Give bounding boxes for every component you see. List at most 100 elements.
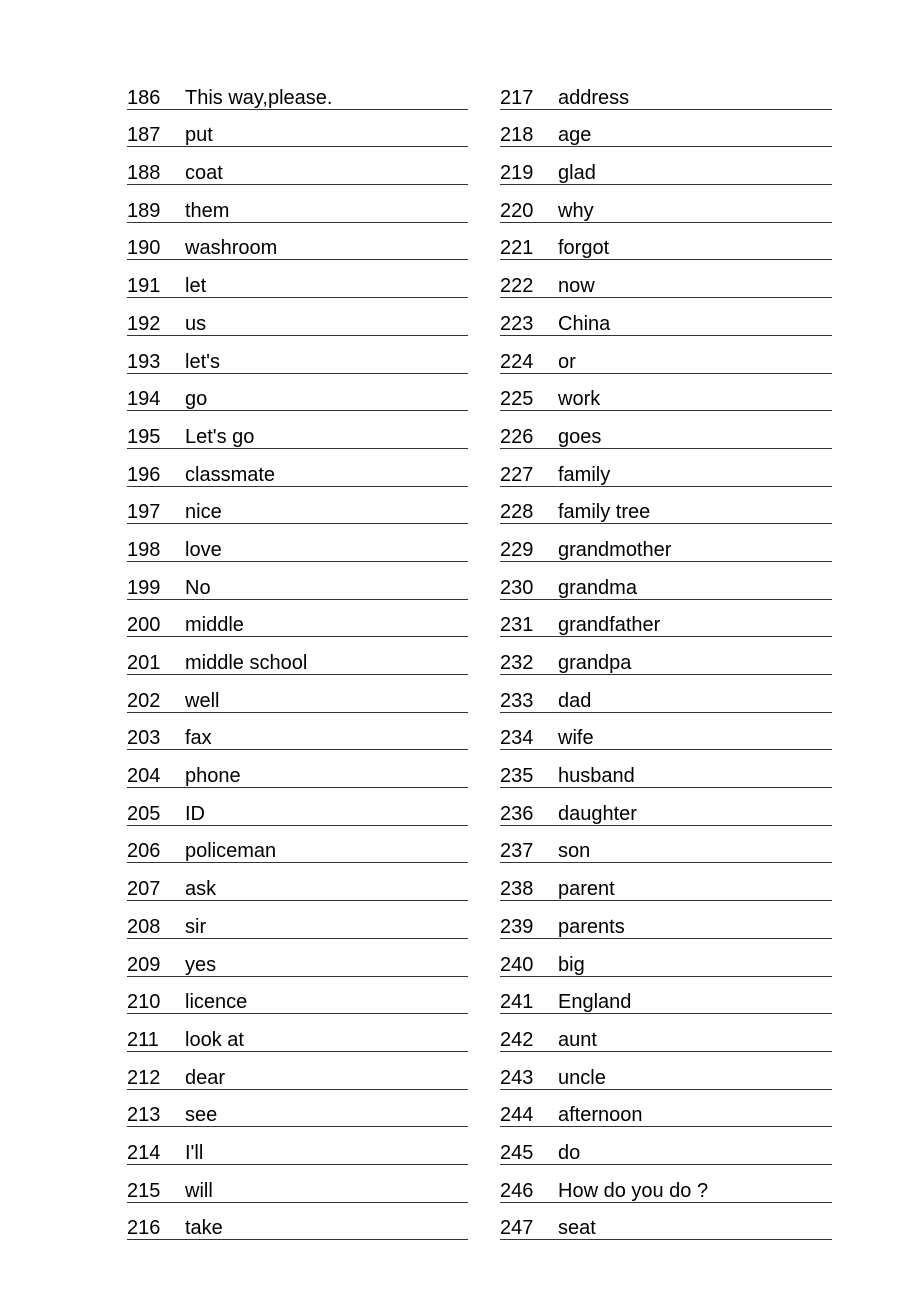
vocab-number: 206 (127, 840, 161, 863)
vocab-number: 204 (127, 765, 161, 788)
vocab-row: 222 now (500, 260, 832, 299)
vocab-number: 236 (500, 802, 534, 825)
vocab-word: family tree (558, 501, 651, 524)
vocab-word: grandfather (558, 614, 661, 637)
vocab-row: 231 grandfather (500, 600, 832, 638)
vocab-number: 237 (500, 840, 534, 863)
vocab-word: why (558, 199, 594, 222)
vocab-number: 221 (500, 237, 534, 260)
vocab-number: 247 (500, 1217, 534, 1240)
vocab-number: 216 (127, 1217, 161, 1240)
vocab-number: 235 (500, 765, 534, 788)
vocab-word: grandmother (558, 538, 672, 561)
vocab-word: forgot (558, 237, 610, 260)
vocab-row: 205 ID (127, 788, 468, 826)
vocab-row: 242 aunt (500, 1014, 832, 1052)
vocab-word: husband (558, 765, 635, 788)
vocab-word: work (558, 388, 601, 411)
vocabulary-list-left: 186 This way,please. 187 put 188 coat 189 them 1… (127, 72, 468, 1241)
vocab-word: licence (185, 991, 248, 1014)
vocab-row: 211 look at (127, 1014, 468, 1052)
vocab-word: look at (185, 1028, 244, 1051)
vocab-number: 191 (127, 275, 161, 298)
vocab-word: address (558, 86, 630, 109)
vocab-word: age (558, 124, 592, 147)
vocab-number: 223 (500, 312, 534, 335)
vocab-row: 192 us (127, 298, 468, 336)
vocab-number: 246 (500, 1179, 534, 1202)
vocab-row: 241 England (500, 977, 832, 1015)
vocab-number: 219 (500, 162, 534, 185)
vocab-word: This way,please. (185, 86, 333, 109)
vocab-word: phone (185, 765, 241, 788)
vocab-row: 204 phone (127, 750, 468, 789)
vocab-word: them (185, 199, 230, 222)
vocab-number: 229 (500, 538, 534, 561)
vocab-row: 197 nice (127, 487, 468, 525)
vocab-word: family (558, 463, 611, 486)
vocab-number: 196 (127, 463, 161, 486)
vocab-row: 199 No (127, 562, 468, 600)
vocab-row: 224 or (500, 336, 832, 374)
vocab-number: 192 (127, 312, 161, 335)
vocabulary-list-right: 217 address 218 age 219 glad 220 why 221 forgot 22… (500, 72, 832, 1241)
vocab-word: parent (558, 878, 615, 901)
vocab-row: 206 policeman (127, 826, 468, 864)
vocab-number: 226 (500, 425, 534, 448)
vocab-row: 228 family tree (500, 487, 832, 525)
vocab-number: 193 (127, 350, 161, 373)
vocab-row: 232 grandpa (500, 637, 832, 675)
vocab-row: 230 grandma (500, 562, 832, 600)
vocab-word: coat (185, 162, 223, 185)
vocab-row: 215 will (127, 1165, 468, 1203)
vocab-row: 227 family (500, 449, 832, 487)
vocab-row: 235 husband (500, 750, 832, 789)
vocab-number: 208 (127, 915, 161, 938)
vocab-number: 231 (500, 614, 534, 637)
vocab-word: middle school (185, 652, 308, 674)
vocab-number: 212 (127, 1066, 161, 1089)
vocab-row: 209 yes (127, 939, 468, 977)
vocab-number: 199 (127, 576, 161, 599)
vocab-number: 243 (500, 1066, 534, 1089)
vocab-word: fax (185, 727, 212, 750)
vocab-word: aunt (558, 1028, 597, 1051)
vocab-row: 220 why (500, 185, 832, 223)
vocab-row: 213 see (127, 1090, 468, 1128)
vocab-row: 191 let (127, 260, 468, 299)
vocab-number: 220 (500, 199, 534, 222)
vocab-number: 214 (127, 1141, 161, 1164)
vocab-word: take (185, 1217, 223, 1240)
vocab-word: now (558, 275, 595, 298)
vocab-word: will (185, 1179, 213, 1202)
vocab-word: yes (185, 953, 217, 976)
vocab-number: 225 (500, 388, 534, 411)
vocab-row: 186 This way,please. (127, 72, 468, 110)
vocab-word: dear (185, 1066, 226, 1089)
vocab-row: 202 well (127, 675, 468, 713)
vocab-number: 222 (500, 275, 534, 298)
vocab-row: 198 love (127, 524, 468, 562)
vocab-row: 240 big (500, 939, 832, 977)
vocab-word: I'll (185, 1141, 204, 1164)
vocab-row: 193 let's (127, 336, 468, 374)
vocab-word: grandpa (558, 652, 632, 674)
vocab-word: seat (558, 1217, 596, 1240)
vocab-row: 187 put (127, 110, 468, 148)
vocab-row: 244 afternoon (500, 1090, 832, 1128)
vocab-word: go (185, 388, 208, 411)
vocab-word: China (558, 312, 611, 335)
vocab-number: 218 (500, 124, 534, 147)
vocab-number: 198 (127, 538, 161, 561)
vocab-word: us (185, 312, 207, 335)
vocab-row: 226 goes (500, 411, 832, 449)
vocab-number: 203 (127, 727, 161, 750)
vocab-row: 238 parent (500, 863, 832, 902)
vocab-word: big (558, 953, 585, 976)
vocab-row: 247 seat (500, 1203, 832, 1241)
vocab-number: 210 (127, 991, 161, 1014)
vocab-word: grandma (558, 576, 637, 599)
vocab-word: England (558, 991, 632, 1014)
vocab-word: No (185, 576, 211, 599)
vocab-number: 242 (500, 1028, 534, 1051)
